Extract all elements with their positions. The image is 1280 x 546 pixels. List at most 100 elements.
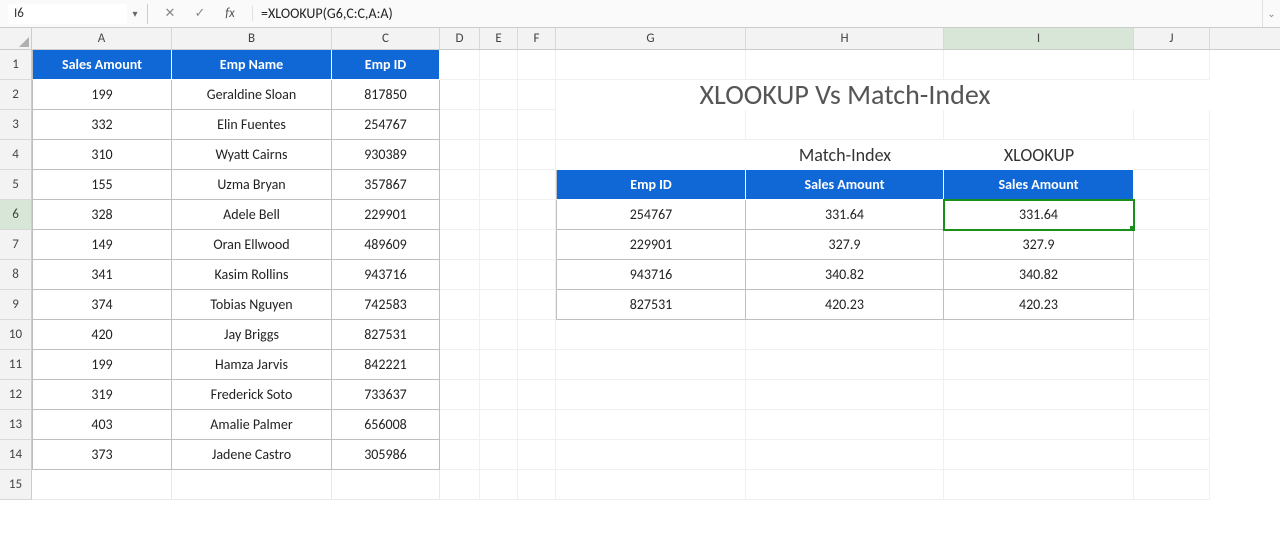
- cell-D14[interactable]: [440, 440, 480, 470]
- cell-F12[interactable]: [518, 380, 556, 410]
- cell-C10[interactable]: 827531: [332, 320, 440, 350]
- cell-E9[interactable]: [480, 290, 518, 320]
- cell-A13[interactable]: 403: [32, 410, 172, 440]
- row-header-7[interactable]: 7: [0, 230, 32, 260]
- col-header-G[interactable]: G: [556, 28, 746, 49]
- cell-A3[interactable]: 332: [32, 110, 172, 140]
- col-header-I[interactable]: I: [944, 28, 1134, 49]
- cell-G7[interactable]: 229901: [556, 230, 746, 260]
- cell-C11[interactable]: 842221: [332, 350, 440, 380]
- cell-I3[interactable]: [944, 110, 1134, 140]
- cell-A12[interactable]: 319: [32, 380, 172, 410]
- cell-J15[interactable]: [1134, 470, 1210, 500]
- cell-E8[interactable]: [480, 260, 518, 290]
- cell-J14[interactable]: [1134, 440, 1210, 470]
- cell-E3[interactable]: [480, 110, 518, 140]
- cell-F5[interactable]: [518, 170, 556, 200]
- cell-I4[interactable]: XLOOKUP: [944, 140, 1134, 170]
- select-all-corner[interactable]: [0, 28, 32, 50]
- cell-H8[interactable]: 340.82: [746, 260, 944, 290]
- cell-D11[interactable]: [440, 350, 480, 380]
- cell-C6[interactable]: 229901: [332, 200, 440, 230]
- cell-J1[interactable]: [1134, 50, 1210, 80]
- cell-G1[interactable]: [556, 50, 746, 80]
- cell-J9[interactable]: [1134, 290, 1210, 320]
- cell-D4[interactable]: [440, 140, 480, 170]
- cell-H11[interactable]: [746, 350, 944, 380]
- row-header-4[interactable]: 4: [0, 140, 32, 170]
- cell-D2[interactable]: [440, 80, 480, 110]
- cell-A9[interactable]: 374: [32, 290, 172, 320]
- cell-H3[interactable]: [746, 110, 944, 140]
- name-box-dropdown-icon[interactable]: ▾: [127, 7, 143, 20]
- cell-G8[interactable]: 943716: [556, 260, 746, 290]
- cell-H5[interactable]: Sales Amount: [746, 170, 944, 200]
- cell-E12[interactable]: [480, 380, 518, 410]
- cell-F10[interactable]: [518, 320, 556, 350]
- cell-A15[interactable]: [32, 470, 172, 500]
- cell-H9[interactable]: 420.23: [746, 290, 944, 320]
- cell-H7[interactable]: 327.9: [746, 230, 944, 260]
- cell-J4[interactable]: [1134, 140, 1210, 170]
- cell-E6[interactable]: [480, 200, 518, 230]
- cell-D13[interactable]: [440, 410, 480, 440]
- cell-E10[interactable]: [480, 320, 518, 350]
- cell-H12[interactable]: [746, 380, 944, 410]
- cell-A10[interactable]: 420: [32, 320, 172, 350]
- cell-E5[interactable]: [480, 170, 518, 200]
- cell-C14[interactable]: 305986: [332, 440, 440, 470]
- name-box[interactable]: I6: [8, 4, 127, 24]
- cell-C1[interactable]: Emp ID: [332, 50, 440, 80]
- cell-B2[interactable]: Geraldine Sloan: [172, 80, 332, 110]
- cell-C3[interactable]: 254767: [332, 110, 440, 140]
- col-header-B[interactable]: B: [172, 28, 332, 49]
- cell-C8[interactable]: 943716: [332, 260, 440, 290]
- cell-F13[interactable]: [518, 410, 556, 440]
- row-header-3[interactable]: 3: [0, 110, 32, 140]
- row-header-1[interactable]: 1: [0, 50, 32, 80]
- cell-E14[interactable]: [480, 440, 518, 470]
- cell-F2[interactable]: [518, 80, 556, 110]
- cell-D1[interactable]: [440, 50, 480, 80]
- cell-H6[interactable]: 331.64: [746, 200, 944, 230]
- cell-D5[interactable]: [440, 170, 480, 200]
- cell-I15[interactable]: [944, 470, 1134, 500]
- cell-F9[interactable]: [518, 290, 556, 320]
- cell-D9[interactable]: [440, 290, 480, 320]
- row-header-13[interactable]: 13: [0, 410, 32, 440]
- cell-E4[interactable]: [480, 140, 518, 170]
- cell-E2[interactable]: [480, 80, 518, 110]
- cell-A14[interactable]: 373: [32, 440, 172, 470]
- cell-J6[interactable]: [1134, 200, 1210, 230]
- cell-C12[interactable]: 733637: [332, 380, 440, 410]
- formula-input[interactable]: =XLOOKUP(G6,C:C,A:A): [253, 4, 1262, 24]
- cell-H14[interactable]: [746, 440, 944, 470]
- cell-A5[interactable]: 155: [32, 170, 172, 200]
- cell-B1[interactable]: Emp Name: [172, 50, 332, 80]
- row-header-6[interactable]: 6: [0, 200, 32, 230]
- cell-F6[interactable]: [518, 200, 556, 230]
- col-header-H[interactable]: H: [746, 28, 944, 49]
- cell-J11[interactable]: [1134, 350, 1210, 380]
- cell-J3[interactable]: [1134, 110, 1210, 140]
- row-header-12[interactable]: 12: [0, 380, 32, 410]
- cell-G5[interactable]: Emp ID: [556, 170, 746, 200]
- cell-G12[interactable]: [556, 380, 746, 410]
- cell-D3[interactable]: [440, 110, 480, 140]
- cell-G6[interactable]: 254767: [556, 200, 746, 230]
- cell-B10[interactable]: Jay Briggs: [172, 320, 332, 350]
- cell-F7[interactable]: [518, 230, 556, 260]
- row-header-11[interactable]: 11: [0, 350, 32, 380]
- cell-D7[interactable]: [440, 230, 480, 260]
- row-header-15[interactable]: 15: [0, 470, 32, 500]
- cell-E11[interactable]: [480, 350, 518, 380]
- cell-J10[interactable]: [1134, 320, 1210, 350]
- cell-J7[interactable]: [1134, 230, 1210, 260]
- cell-B15[interactable]: [172, 470, 332, 500]
- cell-A6[interactable]: 328: [32, 200, 172, 230]
- cell-H1[interactable]: [746, 50, 944, 80]
- cell-F3[interactable]: [518, 110, 556, 140]
- cell-E15[interactable]: [480, 470, 518, 500]
- cell-B9[interactable]: Tobias Nguyen: [172, 290, 332, 320]
- cell-B8[interactable]: Kasim Rollins: [172, 260, 332, 290]
